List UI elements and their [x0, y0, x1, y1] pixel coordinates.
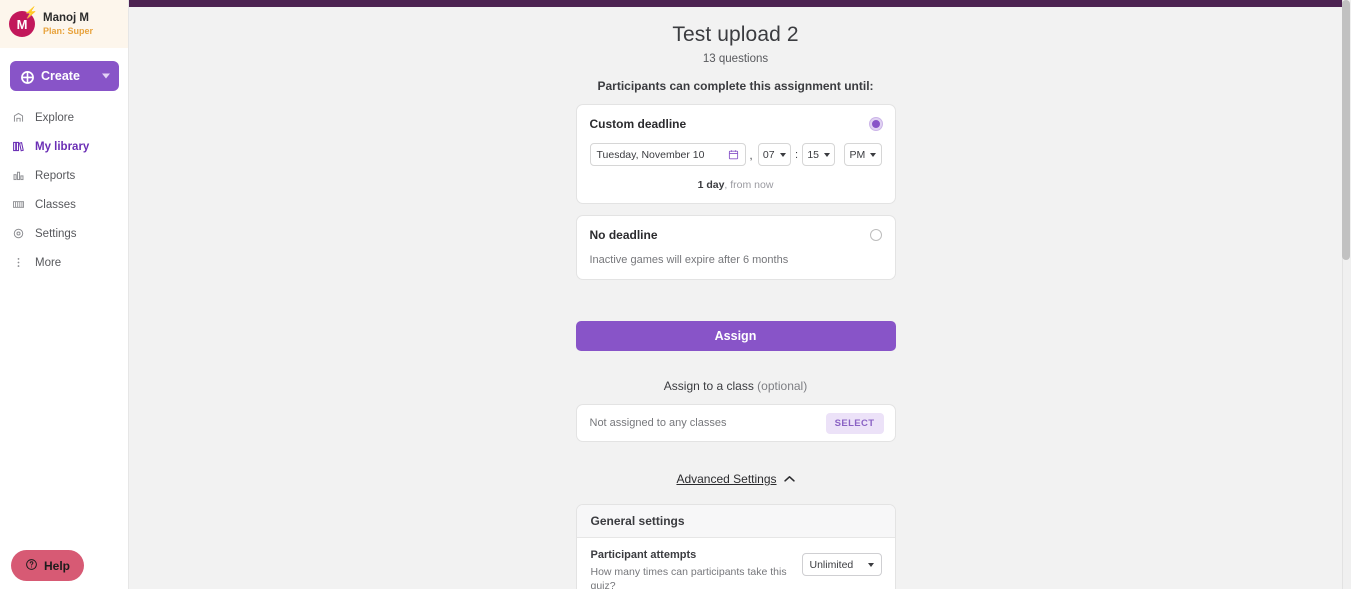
hour-select[interactable]: 07: [757, 143, 791, 166]
sidebar-item-label: Reports: [35, 169, 76, 182]
deadline-prompt: Participants can complete this assignmen…: [597, 79, 874, 93]
custom-deadline-title: Custom deadline: [589, 117, 687, 131]
page-scrollbar-thumb[interactable]: [1342, 0, 1350, 260]
minute-value: 15: [807, 148, 820, 161]
date-value: Tuesday, November 10: [596, 148, 705, 161]
sidebar-item-explore[interactable]: Explore: [0, 103, 128, 132]
no-deadline-card[interactable]: No deadline Inactive games will expire a…: [575, 215, 896, 280]
sidebar: M ⚡ Manoj M Plan: Super ⨁ Create Explore…: [0, 0, 129, 589]
main-content: Test upload 2 13 questions Participants …: [129, 7, 1342, 589]
setting-title: Participant attempts: [590, 549, 697, 561]
custom-deadline-card[interactable]: Custom deadline Tuesday, November 10 , 0…: [575, 104, 896, 204]
colon-separator: :: [794, 148, 798, 161]
chevron-down-icon: [870, 152, 877, 157]
avatar[interactable]: M ⚡: [9, 7, 38, 37]
advanced-settings-label: Advanced Settings: [676, 472, 777, 486]
class-assignment-row[interactable]: Not assigned to any classes SELECT: [575, 404, 896, 442]
help-button[interactable]: Help: [11, 550, 85, 581]
select-class-button[interactable]: SELECT: [825, 412, 884, 434]
date-input[interactable]: Tuesday, November 10: [589, 143, 746, 166]
profile-name: Manoj M: [43, 12, 89, 25]
general-settings-card: General settings Participant attempts Ho…: [575, 504, 896, 589]
no-deadline-title: No deadline: [589, 228, 658, 242]
question-count: 13 questions: [702, 53, 769, 65]
meridiem-value: PM: [849, 148, 866, 161]
sidebar-item-classes[interactable]: Classes: [0, 190, 128, 219]
top-accent-bar: [129, 0, 1342, 7]
comma-separator: ,: [749, 150, 753, 162]
more-vertical-icon: [11, 256, 26, 270]
hour-value: 07: [762, 148, 775, 161]
participant-attempts-dropdown[interactable]: Unlimited: [801, 553, 882, 576]
sidebar-item-label: Settings: [35, 227, 77, 240]
relative-time-rest: , from now: [724, 179, 774, 191]
chevron-down-icon: [102, 73, 110, 79]
question-circle-icon: [25, 558, 38, 574]
library-icon: [11, 140, 26, 154]
assign-to-class-label: Assign to a class (optional): [576, 379, 896, 393]
create-button[interactable]: ⨁ Create: [10, 61, 119, 91]
chevron-up-icon: [783, 470, 795, 488]
reports-icon: [11, 169, 26, 183]
sidebar-item-reports[interactable]: Reports: [0, 161, 128, 190]
sidebar-item-label: More: [35, 256, 62, 269]
profile-block[interactable]: M ⚡ Manoj M Plan: Super: [0, 0, 128, 48]
bolt-icon: ⚡: [24, 7, 38, 19]
minute-select[interactable]: 15: [802, 143, 836, 166]
sidebar-item-settings[interactable]: Settings: [0, 219, 128, 248]
sidebar-item-label: Classes: [35, 198, 76, 211]
page-title: Test upload 2: [672, 23, 799, 46]
relative-time: 1 day, from now: [590, 179, 882, 191]
assign-panel: Test upload 2 13 questions Participants …: [575, 7, 896, 589]
no-deadline-radio[interactable]: [869, 229, 882, 241]
assign-to-class-optional: (optional): [757, 379, 808, 393]
chevron-down-icon: [779, 152, 786, 157]
assign-button[interactable]: Assign: [575, 321, 896, 351]
chevron-down-icon: [867, 562, 874, 567]
chevron-down-icon: [824, 152, 831, 157]
calendar-icon[interactable]: [728, 149, 739, 160]
setting-texts: Participant attempts How many times can …: [591, 549, 792, 589]
no-deadline-subtitle: Inactive games will expire after 6 month…: [589, 254, 789, 266]
datetime-row: Tuesday, November 10 , 07 : 15 PM: [589, 143, 882, 166]
sidebar-item-more[interactable]: More: [0, 248, 128, 277]
create-button-label: Create: [41, 69, 80, 83]
compass-icon: [11, 111, 26, 125]
gear-icon: [11, 227, 26, 241]
setting-participant-attempts: Participant attempts How many times can …: [577, 538, 895, 589]
sidebar-nav: Explore My library Reports Classes Setti…: [0, 103, 128, 277]
custom-deadline-radio[interactable]: [869, 118, 882, 130]
profile-plan: Plan: Super: [43, 25, 94, 36]
advanced-settings-toggle[interactable]: Advanced Settings: [576, 470, 896, 488]
create-button-wrap: ⨁ Create: [0, 48, 128, 91]
plus-circle-icon: ⨁: [21, 68, 34, 84]
meridiem-select[interactable]: PM: [844, 143, 882, 166]
profile-text: Manoj M Plan: Super: [43, 11, 93, 37]
sidebar-item-label: My library: [35, 140, 90, 153]
assign-to-class-text: Assign to a class: [663, 379, 758, 393]
classes-icon: [11, 198, 26, 212]
class-assignment-placeholder: Not assigned to any classes: [589, 417, 727, 429]
participant-attempts-value: Unlimited: [809, 558, 854, 571]
sidebar-item-my-library[interactable]: My library: [0, 132, 128, 161]
general-settings-header: General settings: [576, 505, 895, 538]
sidebar-item-label: Explore: [35, 111, 74, 124]
relative-time-bold: 1 day: [697, 179, 725, 191]
setting-description: How many times can participants take thi…: [590, 566, 787, 589]
help-button-label: Help: [44, 558, 71, 573]
